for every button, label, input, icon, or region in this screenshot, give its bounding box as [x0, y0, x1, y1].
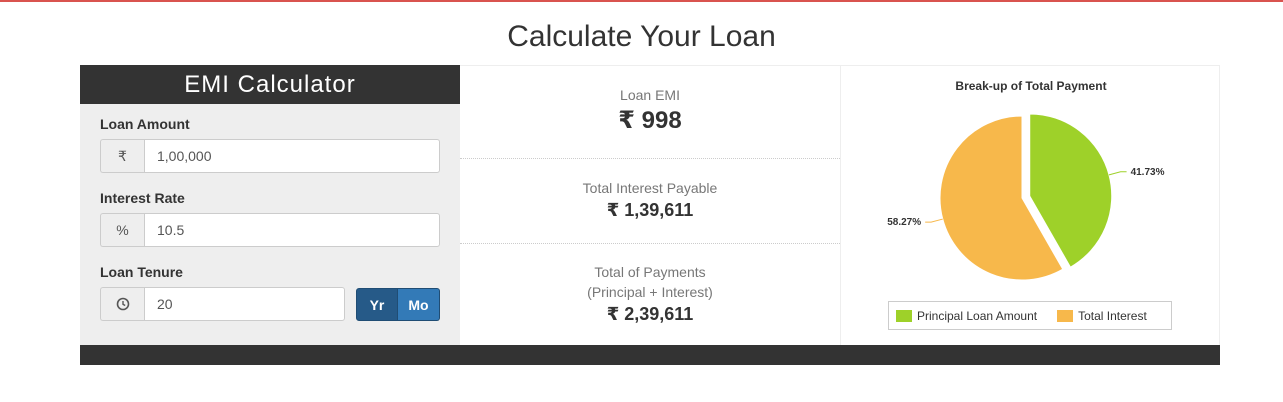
loan-tenure-group: 20 — [100, 287, 345, 321]
results-panel: Loan EMI ₹ 998 Total Interest Payable ₹ … — [460, 65, 840, 345]
months-button[interactable]: Mo — [398, 288, 440, 321]
calculator-input-panel: EMI Calculator Loan Amount ₹ 1,00,000 In… — [80, 65, 460, 345]
total-interest-label: Total Interest Payable — [582, 180, 718, 196]
total-interest-result: Total Interest Payable ₹ 1,39,611 — [460, 178, 840, 222]
tenure-unit-toggle: Yr Mo — [356, 288, 440, 321]
page-title: Calculate Your Loan — [507, 20, 776, 53]
legend-label: Total Interest — [1078, 308, 1147, 323]
interest-rate-group: % 10.5 — [100, 213, 440, 247]
rupee-icon: ₹ — [100, 139, 144, 173]
emi-calculator: EMI Calculator Loan Amount ₹ 1,00,000 In… — [80, 65, 1220, 365]
total-payment-result: Total of Payments (Principal + Interest)… — [460, 262, 840, 326]
total-interest-value: ₹ 1,39,611 — [606, 200, 694, 220]
total-payment-label: Total of Payments — [594, 264, 706, 280]
emi-value: ₹ 998 — [618, 107, 682, 134]
top-accent-bar — [0, 0, 1283, 2]
total-payment-value: ₹ 2,39,611 — [606, 304, 694, 324]
loan-amount-label: Loan Amount — [100, 116, 190, 132]
total-payment-sublabel: (Principal + Interest) — [587, 284, 713, 300]
slice-data-label: 41.73% — [1131, 167, 1165, 178]
slice-connector — [925, 218, 943, 223]
loan-tenure-input[interactable]: 20 — [144, 287, 345, 321]
divider — [460, 243, 840, 244]
legend-swatch — [896, 309, 912, 322]
interest-rate-input[interactable]: 10.5 — [144, 213, 440, 247]
legend-item[interactable]: Principal Loan Amount — [896, 309, 1037, 323]
emi-result: Loan EMI ₹ 998 — [460, 85, 840, 136]
divider — [460, 158, 840, 159]
footer-bar — [80, 345, 1220, 365]
calculator-header: EMI Calculator — [80, 65, 460, 104]
chart-legend: Principal Loan Amount Total Interest — [888, 301, 1172, 330]
legend-swatch — [1057, 309, 1074, 322]
loan-amount-input[interactable]: 1,00,000 — [144, 139, 440, 173]
legend-item[interactable]: Total Interest — [1057, 309, 1147, 323]
percent-icon: % — [100, 213, 144, 247]
years-button[interactable]: Yr — [356, 288, 398, 321]
loan-amount-group: ₹ 1,00,000 — [100, 139, 440, 173]
loan-tenure-label: Loan Tenure — [100, 264, 183, 280]
legend-label: Principal Loan Amount — [917, 308, 1038, 323]
emi-label: Loan EMI — [620, 87, 680, 103]
chart-panel: Break-up of Total Payment 41.73% 58.27% P… — [840, 65, 1220, 345]
slice-connector — [1108, 171, 1127, 176]
clock-icon — [100, 287, 144, 321]
interest-rate-label: Interest Rate — [100, 190, 185, 206]
slice-data-label: 58.27% — [887, 217, 921, 228]
